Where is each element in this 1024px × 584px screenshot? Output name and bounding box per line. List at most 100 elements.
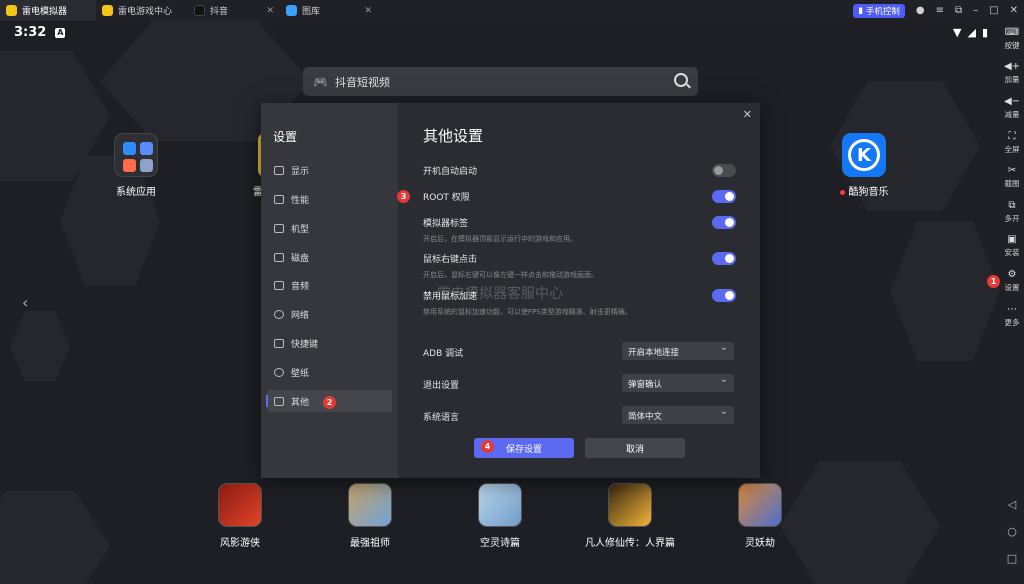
- step-marker: 2: [323, 396, 336, 409]
- game-icon: [608, 483, 652, 527]
- emulator-tabs-toggle[interactable]: [712, 216, 736, 229]
- option-label: 模拟器标签: [423, 219, 469, 229]
- status-bar-right: ▼ ◢ ▮: [953, 26, 988, 39]
- search-bar[interactable]: 🎮 抖音短视频: [303, 67, 698, 96]
- step-marker: 3: [397, 190, 410, 203]
- app-kugou-music[interactable]: K 酷狗音乐: [826, 133, 902, 198]
- toolbar-more[interactable]: ⋯ 更多: [1000, 304, 1024, 328]
- phone-control-button[interactable]: ▮ 手机控制: [853, 3, 905, 18]
- sidebar-item-model[interactable]: 机型: [267, 217, 392, 239]
- performance-icon: [274, 194, 284, 204]
- sidebar-item-disk[interactable]: 磁盘: [267, 246, 392, 268]
- sidebar-item-label: 其他: [291, 397, 310, 408]
- select-label: 系统语言: [423, 413, 460, 423]
- toolbar-volume-up[interactable]: ◀+ 加量: [1000, 61, 1024, 85]
- clock: 3:32: [14, 25, 47, 40]
- sidebar-item-label: 磁盘: [291, 253, 310, 264]
- language-select[interactable]: 简体中文: [622, 406, 734, 424]
- option-description: 开启后，在模拟器顶部显示运行中的游戏和应用。: [423, 235, 577, 243]
- restore-icon[interactable]: ⧉: [955, 5, 962, 16]
- tab-ldplayer[interactable]: 雷电模拟器: [0, 0, 96, 21]
- title-bar: 雷电模拟器 雷电游戏中心 抖音 ✕ 图库 ✕ ▮ 手机控制 ● ≡ ⧉ – □ …: [0, 0, 1024, 21]
- sidebar-item-label: 机型: [291, 224, 310, 235]
- app-label: 系统应用: [116, 187, 156, 198]
- sidebar-item-label: 壁纸: [291, 368, 310, 379]
- globe-icon: [274, 309, 284, 319]
- sidebar-item-performance[interactable]: 性能: [267, 188, 392, 210]
- toolbar-install[interactable]: ▣ 安装: [1000, 234, 1024, 258]
- cancel-button[interactable]: 取消: [585, 438, 685, 458]
- close-icon[interactable]: ✕: [1010, 5, 1018, 16]
- sidebar-item-network[interactable]: 网络: [267, 303, 392, 325]
- close-icon[interactable]: ✕: [743, 108, 752, 121]
- toolbar-screenshot[interactable]: ✂ 截图: [1000, 165, 1024, 189]
- adb-select[interactable]: 开启本地连接: [622, 342, 734, 360]
- wifi-icon: ▼: [953, 26, 962, 39]
- game-icon-item[interactable]: 空灵诗篇: [450, 483, 550, 549]
- option-right-click: 鼠标右键点击 开启后，鼠标右键可以像左键一样点击和拖动游戏画面。: [423, 252, 741, 280]
- game-icon-item[interactable]: 灵妖劫: [710, 483, 810, 549]
- tool-label: 截图: [1004, 179, 1020, 188]
- gamepad-icon: 🎮: [313, 74, 328, 89]
- dialog-title: 设置: [273, 130, 298, 144]
- game-label: 凡人修仙传：人界篇: [585, 538, 675, 549]
- right-click-toggle[interactable]: [712, 252, 736, 265]
- tool-label: 加量: [1004, 75, 1020, 84]
- option-emulator-tabs: 模拟器标签 开启后，在模拟器顶部显示运行中的游戏和应用。: [423, 216, 741, 244]
- menu-icon[interactable]: ≡: [936, 5, 944, 16]
- game-icon-item[interactable]: 最强祖师: [320, 483, 420, 549]
- kugou-icon: K: [842, 133, 886, 177]
- search-icon[interactable]: [674, 73, 688, 87]
- gallery-icon: [286, 5, 297, 16]
- tool-label: 更多: [1004, 318, 1020, 327]
- toolbar-multi-instance[interactable]: ⧉ 多开: [1000, 200, 1024, 224]
- app-system-apps[interactable]: 系统应用: [104, 133, 168, 198]
- sidebar-item-label: 音频: [291, 281, 310, 292]
- game-label: 最强祖师: [350, 538, 390, 549]
- autostart-toggle[interactable]: [712, 164, 736, 177]
- recents-icon[interactable]: □: [1000, 552, 1024, 565]
- phone-model-icon: [274, 223, 284, 233]
- option-label: 开机自动启动: [423, 167, 478, 177]
- back-icon[interactable]: ◁: [1000, 498, 1024, 511]
- toolbar-fullscreen[interactable]: ⛶ 全屏: [1000, 131, 1024, 155]
- mouse-accel-toggle[interactable]: [712, 289, 736, 302]
- sidebar-item-display[interactable]: 显示: [267, 159, 392, 181]
- maximize-icon[interactable]: □: [989, 5, 998, 16]
- option-root: ROOT 权限: [423, 190, 741, 203]
- step-marker: 4: [481, 440, 494, 453]
- sidebar-item-audio[interactable]: 音频: [267, 274, 392, 296]
- game-icon-item[interactable]: 凡人修仙传：人界篇: [580, 483, 680, 549]
- home-icon[interactable]: ○: [1000, 525, 1024, 538]
- phone-icon: ▮: [858, 5, 863, 16]
- keyboard-icon: ⌨: [1004, 27, 1020, 38]
- more-icon: ⋯: [1007, 304, 1017, 315]
- option-label: 鼠标右键点击: [423, 255, 478, 265]
- exit-select[interactable]: 弹窗确认: [622, 374, 734, 392]
- tool-label: 全屏: [1004, 145, 1020, 154]
- chevron-left-icon[interactable]: ‹: [22, 293, 28, 312]
- multi-window-icon: ⧉: [1008, 200, 1016, 211]
- audio-icon: [274, 280, 284, 290]
- tab-gallery[interactable]: 图库 ✕: [280, 0, 378, 21]
- tool-label: 设置: [1004, 283, 1020, 292]
- tab-game-center[interactable]: 雷电游戏中心: [96, 0, 188, 21]
- option-label: ROOT 权限: [423, 193, 470, 203]
- toolbar-settings[interactable]: ⚙ 设置: [1000, 269, 1024, 293]
- game-label: 空灵诗篇: [480, 538, 520, 549]
- status-bar-left: 3:32 A: [14, 25, 66, 40]
- ldplayer-icon: [6, 5, 17, 16]
- minimize-icon[interactable]: –: [973, 5, 978, 16]
- root-toggle[interactable]: [712, 190, 736, 203]
- tab-douyin[interactable]: 抖音 ✕: [188, 0, 280, 21]
- toolbar-volume-down[interactable]: ◀− 减量: [1000, 96, 1024, 120]
- close-tab-icon[interactable]: ✕: [266, 6, 274, 16]
- game-icon-item[interactable]: 风影游侠: [190, 483, 290, 549]
- sidebar-item-shortcuts[interactable]: 快捷键: [267, 332, 392, 354]
- toolbar-keymap[interactable]: ⌨ 按键: [1000, 27, 1024, 51]
- option-autostart: 开机自动启动: [423, 164, 741, 177]
- close-tab-icon[interactable]: ✕: [364, 6, 372, 16]
- sidebar-item-wallpaper[interactable]: 壁纸: [267, 361, 392, 383]
- user-icon[interactable]: ●: [916, 5, 925, 16]
- palette-icon: [274, 367, 284, 377]
